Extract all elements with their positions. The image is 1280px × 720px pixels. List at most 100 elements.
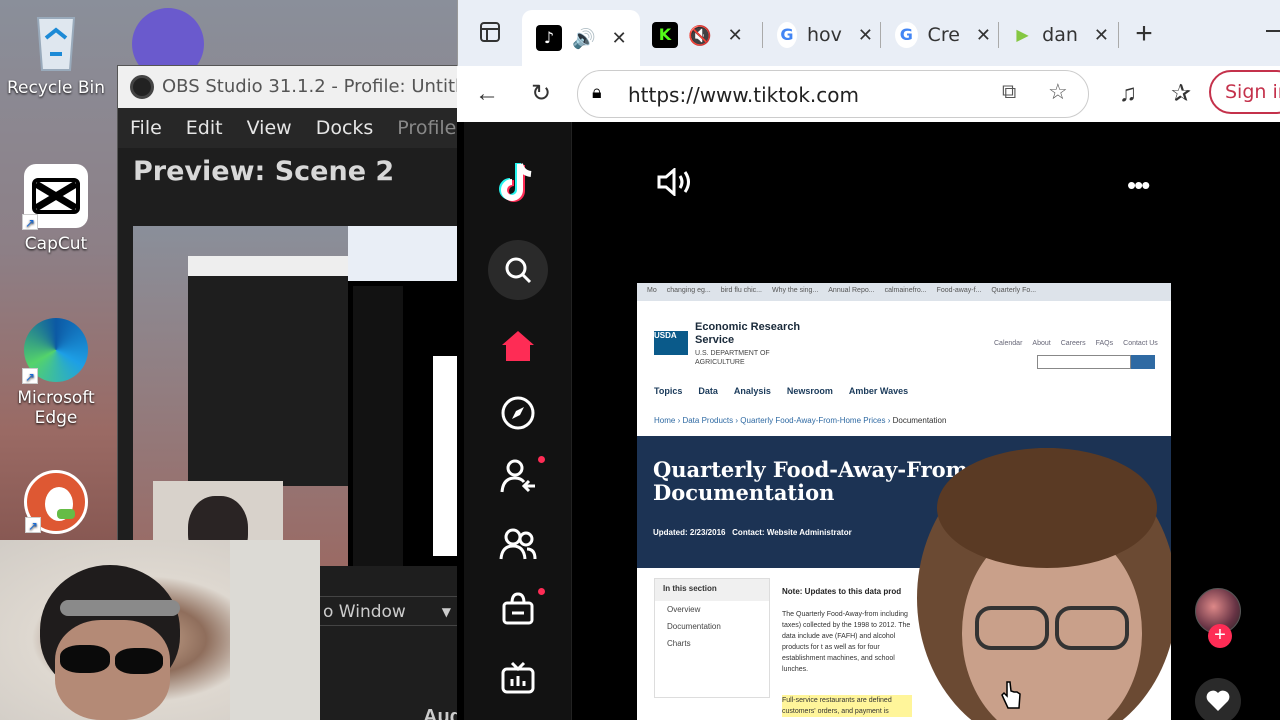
ers-top-links: Calendar About Careers FAQs Contact Us	[994, 340, 1158, 347]
crumb-item: Documentation	[892, 416, 947, 425]
capcut-icon: ↗	[22, 164, 88, 230]
topic-item: Amber Waves	[848, 386, 909, 396]
refresh-button[interactable]: ↻	[525, 78, 557, 110]
highlighted-text: Full-service restaurants are defined cus…	[782, 695, 912, 717]
chevron-down-icon: ▼	[441, 605, 451, 619]
note-title: Note: Updates to this data prod	[782, 587, 902, 596]
google-icon: G	[895, 22, 918, 48]
desktop-icon-capcut[interactable]: ↗ CapCut	[1, 164, 111, 254]
top-link: About	[1032, 340, 1051, 347]
favorites-icon[interactable]: ✰	[1165, 78, 1197, 110]
navigation-bar: ← ↻ 🔒︎ https://www.tiktok.com ⧉ ☆ ♫ ✰ Si…	[457, 66, 1280, 122]
tiktok-logo-icon[interactable]	[494, 158, 542, 206]
tiktok-icon: ♪	[536, 25, 562, 51]
desktop-icon-recycle-bin[interactable]: Recycle Bin	[1, 8, 111, 98]
lock-icon[interactable]: 🔒︎	[592, 82, 602, 103]
video-tab-label: changing eg...	[666, 287, 711, 294]
close-tab-icon[interactable]: ✕	[976, 25, 991, 46]
ers-subtitle: U.S. DEPARTMENT OF AGRICULTURE	[695, 350, 770, 366]
minimize-icon[interactable]	[1266, 30, 1280, 32]
close-tab-icon[interactable]: ✕	[612, 28, 627, 49]
section-item: Overview	[667, 605, 701, 614]
tab-kick[interactable]: K 🔇 ✕	[638, 12, 756, 58]
obs-source-select-value: o Window	[323, 602, 406, 622]
search-button[interactable]	[488, 240, 548, 300]
note-body: The Quarterly Food-Away-from including t…	[782, 611, 911, 673]
close-tab-icon[interactable]: ✕	[858, 25, 873, 46]
kick-icon: K	[652, 22, 678, 48]
more-options-icon[interactable]: •••	[1127, 170, 1150, 201]
obs-preview-canvas[interactable]	[133, 226, 463, 566]
webcam-overlay	[0, 540, 320, 720]
ers-search-button	[1131, 355, 1155, 369]
new-tab-button[interactable]: +	[1128, 18, 1160, 50]
rumble-icon: ▶	[1016, 25, 1029, 44]
topic-item: Analysis	[733, 386, 771, 396]
tab-actions-icon[interactable]	[474, 20, 506, 52]
home-icon[interactable]	[494, 322, 542, 370]
tab-tiktok[interactable]: ♪ 🔊 ✕	[522, 10, 640, 66]
video-tab-label: Why the sing...	[771, 287, 819, 294]
headband	[60, 600, 180, 616]
section-item: Charts	[667, 639, 691, 648]
desktop-icon-label: Recycle Bin	[6, 78, 105, 98]
video-tab-label: bird flu chic...	[720, 287, 762, 294]
desktop-icon-microsoft-edge[interactable]: ↗ Microsoft Edge	[1, 318, 111, 428]
edge-browser-window[interactable]: ♪ 🔊 ✕ K 🔇 ✕ G hov ✕ G Cre ✕ ▶ dan ✕ + ← …	[457, 0, 1280, 720]
recycle-bin-icon	[24, 8, 88, 72]
video-sound-icon[interactable]	[657, 166, 693, 201]
obs-source-select[interactable]: o Window ▼	[318, 596, 458, 626]
sunglasses-lens-left	[60, 645, 110, 673]
obs-menu-file[interactable]: File	[130, 117, 162, 139]
address-bar[interactable]: 🔒︎ https://www.tiktok.com ⧉ ☆	[577, 70, 1089, 118]
shortcut-arrow-icon: ↗	[25, 517, 41, 533]
like-heart-button[interactable]	[1195, 678, 1241, 720]
video-creator-person	[917, 448, 1171, 720]
obs-menu-bar: File Edit View Docks Profile	[118, 108, 461, 148]
sign-in-button[interactable]: Sign in	[1209, 70, 1280, 114]
preview-obs-title	[188, 256, 348, 276]
obs-menu-docks[interactable]: Docks	[316, 117, 374, 139]
desktop-icon-label: Microsoft Edge	[17, 388, 95, 428]
desktop-icon-duckduckgo[interactable]: ↗	[1, 470, 111, 540]
tab-google-2[interactable]: G Cre ✕	[881, 12, 991, 58]
video-browser-tabs: Mo changing eg... bird flu chic... Why t…	[637, 283, 1171, 301]
speaker-icon[interactable]: 🔊	[572, 27, 596, 50]
banner-updated: Updated: 2/23/2016 Contact: Website Admi…	[653, 528, 852, 537]
tab-separator	[1118, 22, 1119, 48]
open-in-app-icon[interactable]: ⧉	[1002, 81, 1016, 104]
obs-menu-edit[interactable]: Edit	[186, 117, 223, 139]
webcam-wall	[230, 540, 320, 720]
obs-menu-profile[interactable]: Profile	[397, 117, 456, 139]
obs-menu-view[interactable]: View	[247, 117, 292, 139]
close-tab-icon[interactable]: ✕	[1094, 25, 1109, 46]
video-player[interactable]: Mo changing eg... bird flu chic... Why t…	[637, 283, 1171, 720]
ers-breadcrumb: Home › Data Products › Quarterly Food-Aw…	[654, 416, 947, 425]
tab-title: Cre	[927, 24, 960, 46]
video-tab-label: Annual Repo...	[828, 287, 875, 294]
ers-title: Economic Research Service	[695, 321, 801, 346]
crumb-item: Home	[654, 416, 676, 425]
obs-window-title: OBS Studio 31.1.2 - Profile: Untitled	[162, 76, 461, 97]
top-link: Contact Us	[1123, 340, 1158, 347]
read-aloud-icon[interactable]: ♫	[1112, 78, 1144, 110]
following-icon[interactable]	[494, 452, 545, 500]
tab-rumble[interactable]: ▶ dan ✕	[999, 12, 1109, 58]
top-link: FAQs	[1095, 340, 1114, 347]
close-tab-icon[interactable]: ✕	[728, 25, 743, 46]
live-tv-icon[interactable]	[494, 654, 542, 702]
explore-compass-icon[interactable]	[494, 389, 542, 437]
top-link: Careers	[1060, 340, 1086, 347]
obs-title-bar[interactable]: OBS Studio 31.1.2 - Profile: Untitled	[118, 66, 461, 108]
muted-speaker-icon[interactable]: 🔇	[688, 24, 712, 47]
shop-bag-icon[interactable]	[494, 584, 545, 632]
sunglasses-lens-right	[115, 648, 163, 674]
shortcut-arrow-icon: ↗	[22, 368, 38, 384]
url-text: https://www.tiktok.com	[628, 83, 859, 107]
friends-icon[interactable]	[494, 520, 542, 568]
tab-google-1[interactable]: G hov ✕	[763, 12, 873, 58]
notification-dot	[538, 456, 545, 463]
favorite-star-icon[interactable]: ☆	[1048, 79, 1068, 105]
follow-plus-icon[interactable]: +	[1208, 624, 1232, 648]
back-button[interactable]: ←	[471, 78, 503, 110]
